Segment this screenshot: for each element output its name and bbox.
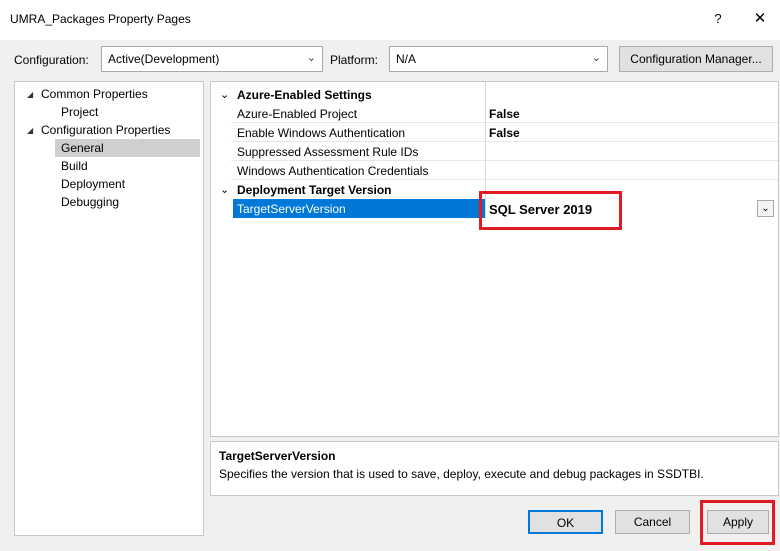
property-grid: ⌄ Azure-Enabled Settings Azure-Enabled P… <box>210 81 779 437</box>
chevron-down-icon: ⌄ <box>306 52 316 64</box>
property-row[interactable]: Windows Authentication Credentials <box>211 161 778 180</box>
ok-button[interactable]: OK <box>528 510 603 534</box>
title-bar: UMRA_Packages Property Pages ? ✕ <box>0 0 780 40</box>
expand-triangle-icon[interactable]: ◢ <box>27 90 33 99</box>
category-azure-enabled-settings[interactable]: ⌄ Azure-Enabled Settings <box>211 85 778 104</box>
category-title: Azure-Enabled Settings <box>237 88 372 102</box>
property-row[interactable]: Enable Windows Authentication False <box>211 123 778 142</box>
cancel-button[interactable]: Cancel <box>615 510 690 534</box>
tree-item-deployment[interactable]: Deployment <box>61 175 125 193</box>
description-text: Specifies the version that is used to sa… <box>219 467 704 481</box>
chevron-down-icon[interactable]: ⌄ <box>220 88 229 101</box>
property-row[interactable]: Suppressed Assessment Rule IDs <box>211 142 778 161</box>
configuration-value: Active(Development) <box>108 52 220 66</box>
description-title: TargetServerVersion <box>219 449 336 463</box>
property-tree: ◢ Common Properties Project ◢ Configurat… <box>14 81 204 536</box>
value-highlight-box <box>479 191 622 230</box>
chevron-down-icon[interactable]: ⌄ <box>220 183 229 196</box>
platform-dropdown[interactable]: N/A ⌄ <box>389 46 608 72</box>
configuration-dropdown[interactable]: Active(Development) ⌄ <box>101 46 323 72</box>
tree-item-build[interactable]: Build <box>61 157 88 175</box>
tree-item-common-properties[interactable]: Common Properties <box>41 85 148 103</box>
property-value[interactable]: False <box>489 107 520 121</box>
property-name: Azure-Enabled Project <box>237 107 358 121</box>
property-name: TargetServerVersion <box>233 199 485 218</box>
platform-value: N/A <box>396 52 417 66</box>
close-button[interactable]: ✕ <box>748 8 772 30</box>
configuration-manager-button[interactable]: Configuration Manager... <box>619 46 773 72</box>
category-title: Deployment Target Version <box>237 183 392 197</box>
help-button[interactable]: ? <box>706 8 730 30</box>
property-value[interactable]: False <box>489 126 520 140</box>
platform-label: Platform: <box>330 53 379 67</box>
tree-item-debugging[interactable]: Debugging <box>61 193 119 211</box>
apply-highlight-box <box>700 500 775 545</box>
window-title: UMRA_Packages Property Pages <box>10 12 191 26</box>
chevron-down-icon[interactable]: ⌄ <box>757 200 774 217</box>
tree-item-project[interactable]: Project <box>61 103 98 121</box>
chevron-down-icon: ⌄ <box>591 52 601 64</box>
description-pane: TargetServerVersion Specifies the versio… <box>210 441 779 496</box>
property-name: Enable Windows Authentication <box>237 126 406 140</box>
property-name: Suppressed Assessment Rule IDs <box>237 145 419 159</box>
tree-item-general[interactable]: General <box>55 139 200 157</box>
property-name: Windows Authentication Credentials <box>237 164 429 178</box>
property-row[interactable]: Azure-Enabled Project False <box>211 104 778 123</box>
expand-triangle-icon[interactable]: ◢ <box>27 126 33 135</box>
tree-item-configuration-properties[interactable]: Configuration Properties <box>41 121 170 139</box>
configuration-label: Configuration: <box>14 53 89 67</box>
